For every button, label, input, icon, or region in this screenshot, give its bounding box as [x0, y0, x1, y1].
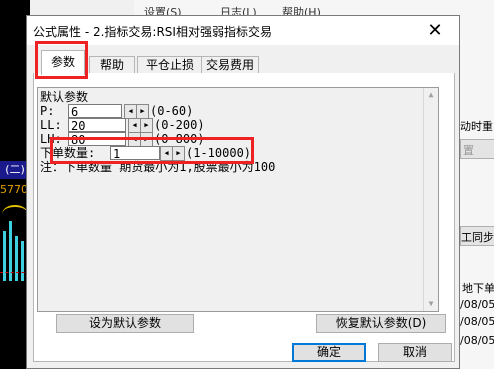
- background-menubar: 设置(S) 日志(L) 帮助(H): [134, 0, 494, 19]
- bg-text: /08/05: [460, 334, 494, 347]
- chart-curve: [2, 205, 28, 223]
- tab-trading-fees[interactable]: 交易费用: [201, 56, 259, 74]
- spin-right-icon[interactable]: ▶: [140, 118, 153, 133]
- chart-bar: [15, 236, 18, 281]
- order-qty-input[interactable]: 1: [110, 146, 160, 161]
- chart-number: 5770: [0, 183, 28, 196]
- bg-text: /08/05: [460, 298, 494, 311]
- restore-default-params-button[interactable]: 恢复默认参数(D): [316, 314, 446, 333]
- param-input-lh[interactable]: 80: [68, 132, 126, 147]
- order-qty-note: 注：下单数量 期货最小为1,股票最小为100: [40, 160, 276, 174]
- spin-right-icon[interactable]: ▶: [140, 132, 153, 147]
- bg-text: 动时重: [460, 120, 493, 133]
- params-panel: 默认参数 P: 6 ◀ ▶ (0-60) LL: 20 ◀ ▶ (0-200) …: [33, 73, 455, 362]
- dialog-titlebar[interactable]: 公式属性 - 2.指标交易:RSI相对强弱指标交易 ✕: [27, 16, 459, 45]
- ok-button[interactable]: 确定: [292, 343, 366, 362]
- background-right-panel: [460, 0, 494, 369]
- param-input-p[interactable]: 6: [68, 104, 122, 119]
- bg-sync-button[interactable]: 工同步: [460, 226, 494, 246]
- section-title: 默认参数: [40, 90, 89, 104]
- scroll-down-icon[interactable]: ▼: [424, 297, 438, 311]
- formula-properties-dialog: 公式属性 - 2.指标交易:RSI相对强弱指标交易 ✕ 参数 帮助 平仓止损 交…: [26, 15, 460, 369]
- spin-right-icon[interactable]: ▶: [172, 146, 185, 161]
- param-range-p: (0-60): [150, 104, 194, 118]
- scroll-up-icon[interactable]: ▲: [424, 88, 438, 102]
- param-range-lh: (0-800): [154, 132, 205, 146]
- params-scrollbar[interactable]: ▲ ▼: [423, 88, 438, 311]
- param-label-ll: LL:: [40, 118, 62, 132]
- param-label-p: P:: [40, 104, 55, 118]
- cancel-button[interactable]: 取消: [378, 343, 452, 362]
- param-input-ll[interactable]: 20: [68, 118, 126, 133]
- param-spin-p[interactable]: ◀ ▶: [124, 104, 149, 119]
- close-icon[interactable]: ✕: [413, 16, 457, 45]
- bg-text: /08/05: [460, 315, 494, 328]
- bg-text: 地下单: [462, 282, 494, 295]
- param-range-ll: (0-200): [154, 118, 205, 132]
- set-default-params-button[interactable]: 设为默认参数: [56, 314, 194, 333]
- tab-params[interactable]: 参数: [41, 50, 85, 75]
- dialog-title: 公式属性 - 2.指标交易:RSI相对强弱指标交易: [33, 25, 272, 39]
- order-qty-range: (1-10000): [186, 146, 252, 160]
- spin-right-icon[interactable]: ▶: [136, 104, 149, 119]
- order-qty-label: 下单数量:: [40, 146, 96, 160]
- bg-button[interactable]: 置: [460, 139, 494, 159]
- param-spin-lh[interactable]: ◀ ▶: [128, 132, 153, 147]
- tab-close-stoploss[interactable]: 平仓止损: [137, 56, 203, 74]
- order-qty-spin[interactable]: ◀ ▶: [160, 146, 185, 161]
- params-editor: 默认参数 P: 6 ◀ ▶ (0-60) LL: 20 ◀ ▶ (0-200) …: [37, 87, 439, 312]
- param-spin-ll[interactable]: ◀ ▶: [128, 118, 153, 133]
- tab-help[interactable]: 帮助: [89, 56, 135, 74]
- chart-bar: [21, 241, 24, 281]
- param-label-lh: LH:: [40, 132, 62, 146]
